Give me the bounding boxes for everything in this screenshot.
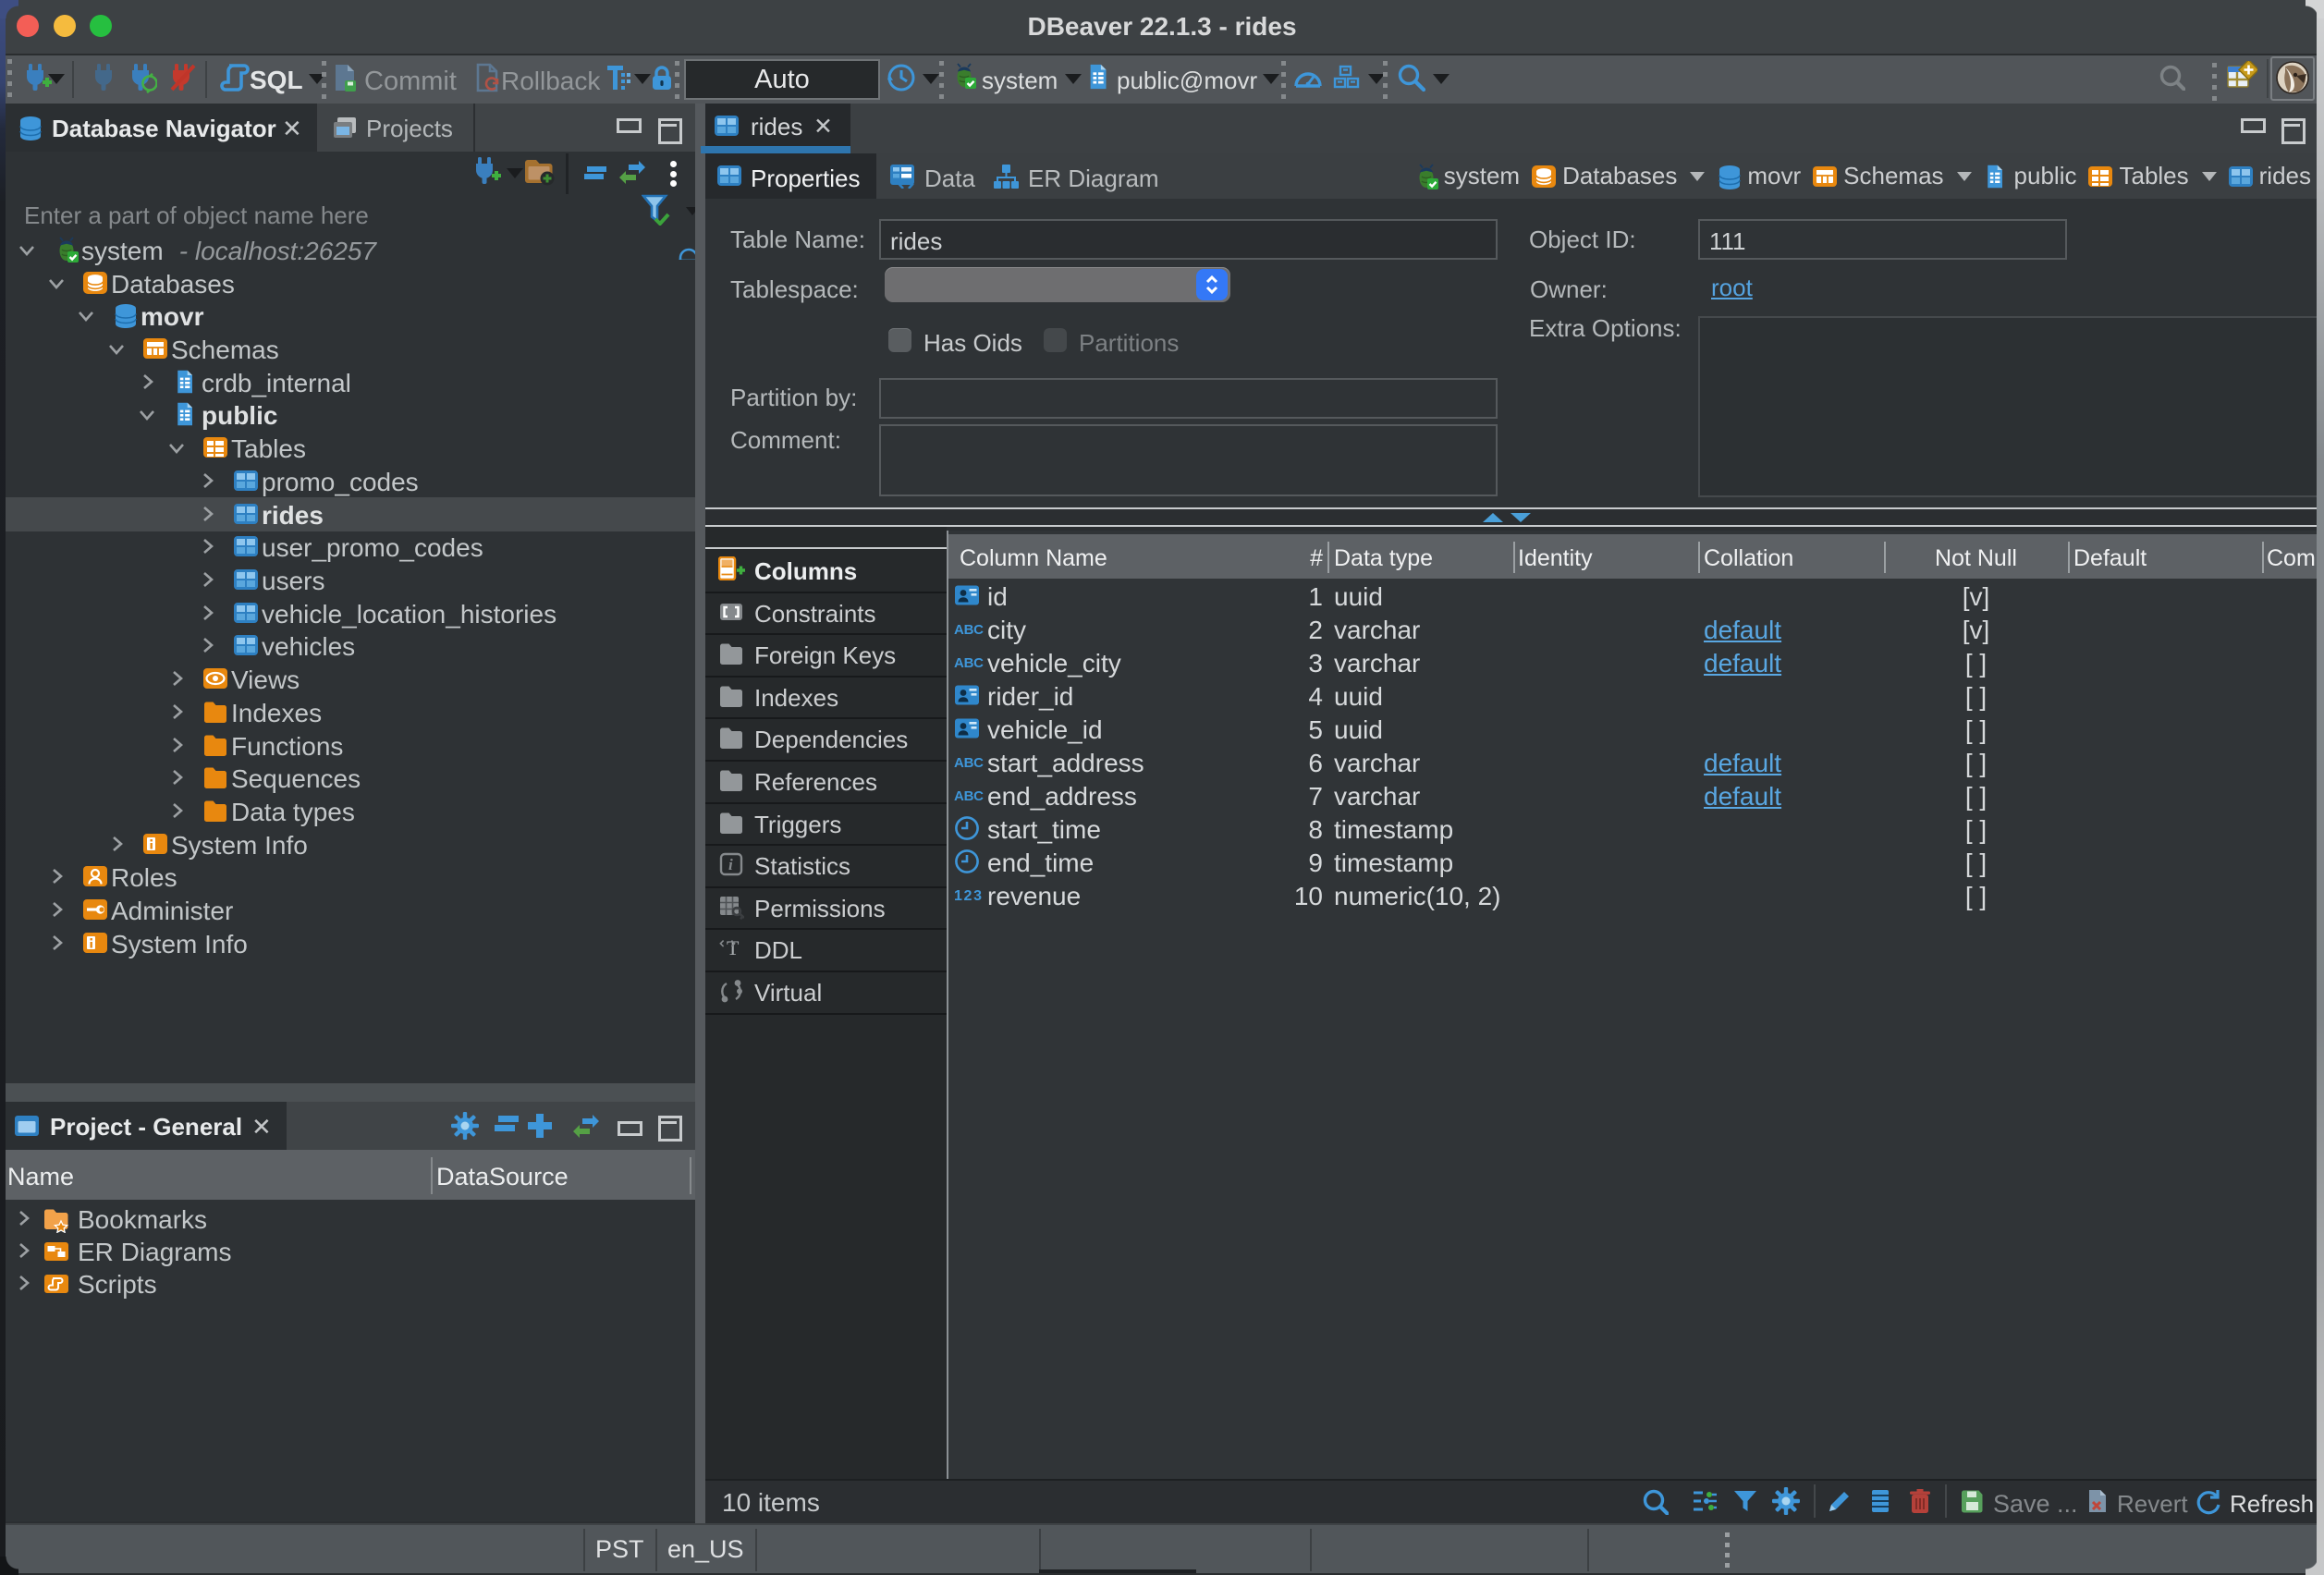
- svg-text:ABC: ABC: [954, 755, 984, 771]
- svg-text:123: 123: [954, 888, 982, 904]
- svg-text:ABC: ABC: [954, 622, 984, 638]
- svg-text:i: i: [728, 856, 733, 873]
- svg-text:ABC: ABC: [954, 655, 984, 671]
- svg-text:T: T: [727, 936, 740, 959]
- svg-text:ABC: ABC: [954, 788, 984, 804]
